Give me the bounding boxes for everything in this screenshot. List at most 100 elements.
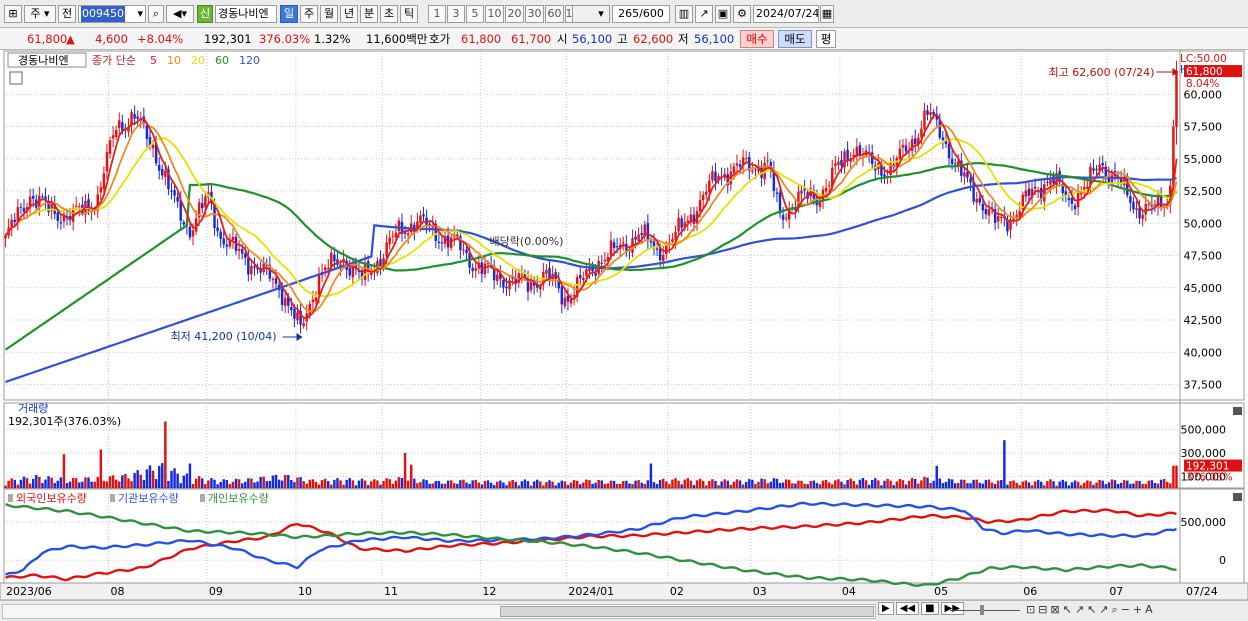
- volume-bar: [102, 480, 106, 488]
- interval-60-button[interactable]: 60: [545, 5, 564, 23]
- candle-body: [22, 208, 26, 212]
- candle-body: [379, 259, 382, 267]
- candle-body: [253, 266, 256, 268]
- code-input[interactable]: 009450 ▾: [78, 5, 146, 23]
- volume-bar: [151, 470, 155, 488]
- period-3-button[interactable]: 년: [340, 5, 358, 23]
- volume-bar: [769, 481, 773, 488]
- volume-bar: [1153, 482, 1157, 488]
- volume-bar: [219, 481, 222, 488]
- custom-period-dropdown-icon[interactable]: ▾: [594, 5, 608, 23]
- window-menu-icon[interactable]: ⊞: [4, 5, 22, 23]
- volume-bar: [1027, 482, 1031, 488]
- candle-body: [914, 138, 917, 145]
- volume-bar: [910, 477, 914, 488]
- save-icon[interactable]: ▣: [715, 5, 731, 23]
- date-tick-label: 10: [298, 585, 312, 598]
- volume-bar: [271, 475, 275, 488]
- rewind-icon[interactable]: ◀◀: [895, 602, 920, 615]
- candle-body: [164, 170, 167, 178]
- indicator-icon[interactable]: ▥: [675, 5, 693, 23]
- volume-bar: [735, 479, 739, 488]
- period-6-button[interactable]: 틱: [400, 5, 418, 23]
- volume-bar: [572, 480, 576, 488]
- calendar-icon[interactable]: ▦: [820, 5, 834, 23]
- date-tick-label: 09: [209, 585, 223, 598]
- avg-button[interactable]: 평: [816, 30, 836, 48]
- date-input[interactable]: 2024/07/24: [753, 5, 819, 23]
- forward-icon[interactable]: ▶▶: [940, 602, 964, 615]
- stop-icon[interactable]: ■: [921, 602, 939, 615]
- interval-20-button[interactable]: 20: [505, 5, 524, 23]
- volume-bar: [714, 480, 717, 488]
- volume-bar: [354, 485, 358, 488]
- volume-bar: [1144, 483, 1147, 488]
- volume-bar: [489, 482, 493, 488]
- candle-body: [440, 242, 444, 244]
- candle-body: [926, 110, 929, 115]
- period-0-button[interactable]: 일: [280, 5, 298, 23]
- candle-body: [784, 217, 788, 219]
- stock-chart[interactable]: 37,500 40,000 42,500 45,000 47,500 50,000 52,5…: [0, 50, 1248, 600]
- type-select[interactable]: 주 ▾: [24, 5, 56, 23]
- candle-body: [975, 198, 978, 203]
- sell-button[interactable]: 매도: [778, 30, 812, 48]
- volume-bar: [1000, 480, 1003, 488]
- volume-bar: [1175, 465, 1178, 488]
- volume-bar: [895, 481, 899, 488]
- period-4-button[interactable]: 분: [360, 5, 378, 23]
- volume-bar: [701, 480, 705, 488]
- candle-body: [59, 222, 63, 224]
- speaker-icon[interactable]: ◀▾: [166, 5, 194, 23]
- search-icon[interactable]: ⌕: [148, 5, 164, 23]
- volume-bar: [31, 478, 35, 488]
- scroll-thumb[interactable]: [500, 606, 874, 617]
- volume-bar: [213, 479, 216, 488]
- interval-3-button[interactable]: 3: [447, 5, 465, 23]
- period-2-button[interactable]: 월: [320, 5, 338, 23]
- candle-body: [846, 149, 849, 160]
- volume-bar: [480, 484, 484, 488]
- candle-body: [981, 203, 985, 211]
- high-label: 고: [617, 32, 628, 46]
- count-field[interactable]: 265/600: [612, 5, 670, 23]
- volume-bar: [431, 483, 434, 488]
- volume-bar: [840, 481, 843, 488]
- holders-legend-2: 개인보유수량: [208, 492, 269, 505]
- volume-bar: [732, 481, 736, 488]
- interval-10-button[interactable]: 10: [485, 5, 504, 23]
- volume-bar: [179, 483, 182, 488]
- volume-bar: [505, 485, 508, 488]
- buy-button[interactable]: 매수: [740, 30, 774, 48]
- gear-icon[interactable]: ⚙: [733, 5, 751, 23]
- interval-30-button[interactable]: 30: [525, 5, 544, 23]
- volume-bar: [800, 480, 803, 488]
- zoom-slider-handle[interactable]: [980, 605, 984, 615]
- volume-bar: [10, 478, 13, 488]
- view-tool-icons[interactable]: ⊡⊟⊠↖↗↖↗⌕−+A: [1026, 603, 1156, 617]
- volume-bar: [403, 453, 407, 488]
- candle-body: [31, 195, 35, 199]
- candle-body: [751, 170, 754, 172]
- interval-5-button[interactable]: 5: [466, 5, 484, 23]
- horizontal-scrollbar[interactable]: [2, 604, 876, 619]
- code-dropdown-icon[interactable]: ▾: [137, 6, 143, 22]
- candle-body: [176, 197, 179, 202]
- volume-bar: [305, 483, 308, 488]
- volume-bar: [373, 479, 376, 488]
- volume-bar: [763, 479, 766, 488]
- prev-button[interactable]: 전: [58, 5, 76, 23]
- volume-bar: [78, 482, 81, 488]
- period-5-button[interactable]: 초: [380, 5, 398, 23]
- draw-tool-icon[interactable]: ↗: [695, 5, 713, 23]
- period-1-button[interactable]: 주: [300, 5, 318, 23]
- volume-bar: [806, 484, 809, 488]
- candle-body: [394, 232, 398, 238]
- candle-body: [397, 220, 401, 232]
- next-icon[interactable]: ▶: [878, 602, 894, 615]
- volume-bar: [1166, 481, 1169, 488]
- candle-body: [311, 299, 315, 303]
- interval-1-button[interactable]: 1: [428, 5, 446, 23]
- volume-bar: [560, 480, 564, 488]
- zoom-slider[interactable]: [950, 605, 1020, 615]
